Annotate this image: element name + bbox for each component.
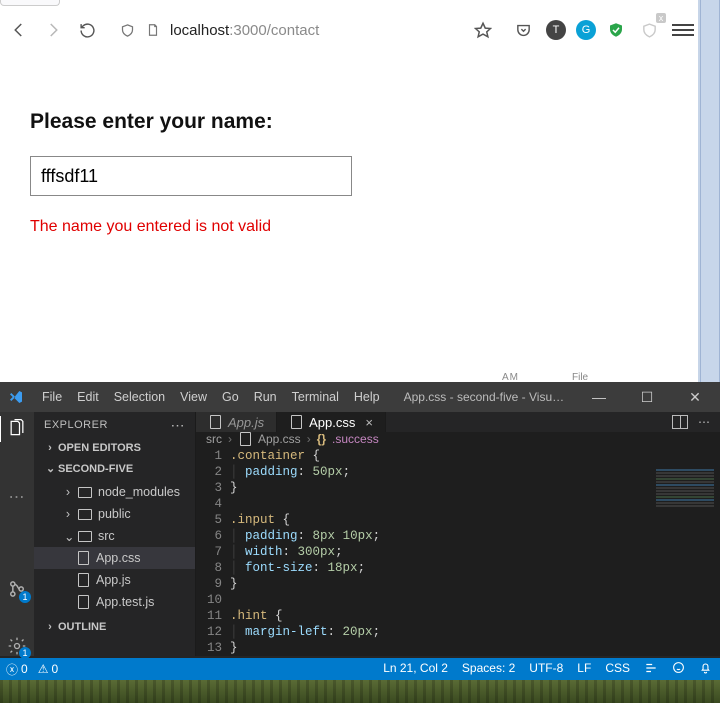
close-window-button[interactable]: ✕ bbox=[678, 382, 712, 412]
split-editor-icon[interactable] bbox=[672, 415, 688, 429]
extension-shield-icon[interactable] bbox=[606, 20, 626, 40]
extension-g-icon[interactable]: G bbox=[576, 20, 596, 40]
desktop-background bbox=[0, 680, 720, 703]
file-icon bbox=[208, 415, 222, 429]
maximize-button[interactable]: ☐ bbox=[630, 382, 664, 412]
name-input[interactable] bbox=[30, 156, 352, 196]
window-title: App.css - second-five - Visual Studio ..… bbox=[394, 390, 568, 404]
toolbar-actions: T G bbox=[510, 17, 694, 43]
minimize-button[interactable]: ― bbox=[582, 382, 616, 412]
file-icon bbox=[76, 595, 90, 609]
back-button[interactable] bbox=[6, 17, 32, 43]
menu-button[interactable] bbox=[672, 24, 694, 36]
source-control-icon[interactable]: 1 bbox=[6, 579, 28, 600]
tree-public[interactable]: ›public bbox=[34, 503, 195, 525]
scm-badge: 1 bbox=[19, 591, 31, 603]
ellipsis-icon[interactable]: ⋯ bbox=[6, 487, 28, 508]
menu-terminal[interactable]: Terminal bbox=[292, 390, 339, 404]
activity-bar: ⋯ 1 1 bbox=[0, 412, 34, 656]
page-content: Please enter your name: The name you ent… bbox=[30, 110, 668, 236]
vscode-window: File Edit Selection View Go Run Terminal… bbox=[0, 382, 720, 682]
status-warnings[interactable]: ⚠ 0 bbox=[38, 661, 58, 678]
menu-view[interactable]: View bbox=[180, 390, 207, 404]
status-cursor[interactable]: Ln 21, Col 2 bbox=[383, 661, 448, 678]
editor-area: App.js App.css× ⋯ src› App.css› {}.succe… bbox=[196, 412, 720, 656]
outline-section[interactable]: ›OUTLINE bbox=[34, 617, 195, 637]
status-bar: ⓧ 0 ⚠ 0 Ln 21, Col 2 Spaces: 2 UTF-8 LF … bbox=[0, 658, 720, 680]
pocket-button[interactable] bbox=[510, 17, 536, 43]
tree-src[interactable]: ⌄src bbox=[34, 525, 195, 547]
page-icon bbox=[144, 23, 162, 37]
menu-bar: File Edit Selection View Go Run Terminal… bbox=[38, 390, 380, 404]
code-content: .container { │ padding: 50px; } .input {… bbox=[230, 446, 380, 656]
more-actions-icon[interactable]: ⋯ bbox=[698, 415, 710, 429]
status-prettier-icon[interactable] bbox=[644, 661, 658, 678]
explorer-icon[interactable] bbox=[6, 418, 28, 439]
status-bell-icon[interactable] bbox=[699, 661, 712, 678]
explorer-sidebar: EXPLORER ⋯ ›OPEN EDITORS ⌄SECOND-FIVE ›n… bbox=[34, 412, 196, 656]
bookmark-button[interactable] bbox=[470, 17, 496, 43]
shield-icon bbox=[118, 23, 136, 38]
menu-file[interactable]: File bbox=[42, 390, 62, 404]
url-text: localhost:3000/contact bbox=[170, 22, 319, 39]
file-icon bbox=[76, 551, 90, 565]
breadcrumbs[interactable]: src› App.css› {}.success bbox=[196, 432, 720, 446]
file-icon bbox=[238, 432, 252, 446]
url-bar[interactable]: localhost:3000/contact bbox=[108, 14, 462, 46]
extension-t-icon[interactable]: T bbox=[546, 20, 566, 40]
menu-edit[interactable]: Edit bbox=[77, 390, 99, 404]
tree-app-test-js[interactable]: App.test.js bbox=[34, 591, 195, 613]
forward-button[interactable] bbox=[40, 17, 66, 43]
status-language[interactable]: CSS bbox=[605, 661, 630, 678]
file-icon bbox=[76, 573, 90, 587]
menu-go[interactable]: Go bbox=[222, 390, 239, 404]
extension-disabled-icon[interactable] bbox=[636, 17, 662, 43]
browser-window: localhost:3000/contact T G Please enter … bbox=[0, 0, 700, 382]
reload-button[interactable] bbox=[74, 17, 100, 43]
close-tab-icon[interactable]: × bbox=[365, 415, 373, 430]
code-editor[interactable]: 12345678910111213 .container { │ padding… bbox=[196, 446, 720, 656]
folder-icon bbox=[78, 529, 92, 543]
vscode-logo-icon bbox=[8, 389, 24, 405]
minimap[interactable] bbox=[650, 468, 720, 656]
tree-app-js[interactable]: App.js bbox=[34, 569, 195, 591]
menu-selection[interactable]: Selection bbox=[114, 390, 165, 404]
status-eol[interactable]: LF bbox=[577, 661, 591, 678]
status-feedback-icon[interactable] bbox=[672, 661, 685, 678]
file-icon bbox=[289, 415, 303, 429]
status-errors[interactable]: ⓧ 0 bbox=[6, 661, 28, 678]
form-heading: Please enter your name: bbox=[30, 110, 668, 134]
status-spaces[interactable]: Spaces: 2 bbox=[462, 661, 515, 678]
vscode-titlebar: File Edit Selection View Go Run Terminal… bbox=[0, 382, 720, 412]
browser-tab[interactable] bbox=[0, 0, 60, 6]
open-editors-section[interactable]: ›OPEN EDITORS bbox=[34, 438, 195, 458]
explorer-more-icon[interactable]: ⋯ bbox=[171, 417, 186, 434]
folder-icon bbox=[78, 507, 92, 521]
menu-help[interactable]: Help bbox=[354, 390, 380, 404]
tab-app-js[interactable]: App.js bbox=[196, 412, 277, 432]
tab-app-css[interactable]: App.css× bbox=[277, 412, 386, 432]
css-rule-icon: {} bbox=[317, 432, 326, 446]
folder-icon bbox=[78, 485, 92, 499]
desktop-strip bbox=[700, 0, 720, 382]
project-section[interactable]: ⌄SECOND-FIVE bbox=[34, 458, 195, 479]
status-encoding[interactable]: UTF-8 bbox=[529, 661, 563, 678]
settings-gear-icon[interactable]: 1 bbox=[6, 636, 28, 657]
validation-error: The name you entered is not valid bbox=[30, 218, 668, 236]
editor-tabs: App.js App.css× ⋯ bbox=[196, 412, 720, 432]
tree-app-css[interactable]: App.css bbox=[34, 547, 195, 569]
explorer-title: EXPLORER bbox=[44, 419, 108, 431]
browser-toolbar: localhost:3000/contact T G bbox=[0, 10, 700, 50]
menu-run[interactable]: Run bbox=[254, 390, 277, 404]
line-gutter: 12345678910111213 bbox=[196, 446, 230, 656]
tree-node-modules[interactable]: ›node_modules bbox=[34, 481, 195, 503]
